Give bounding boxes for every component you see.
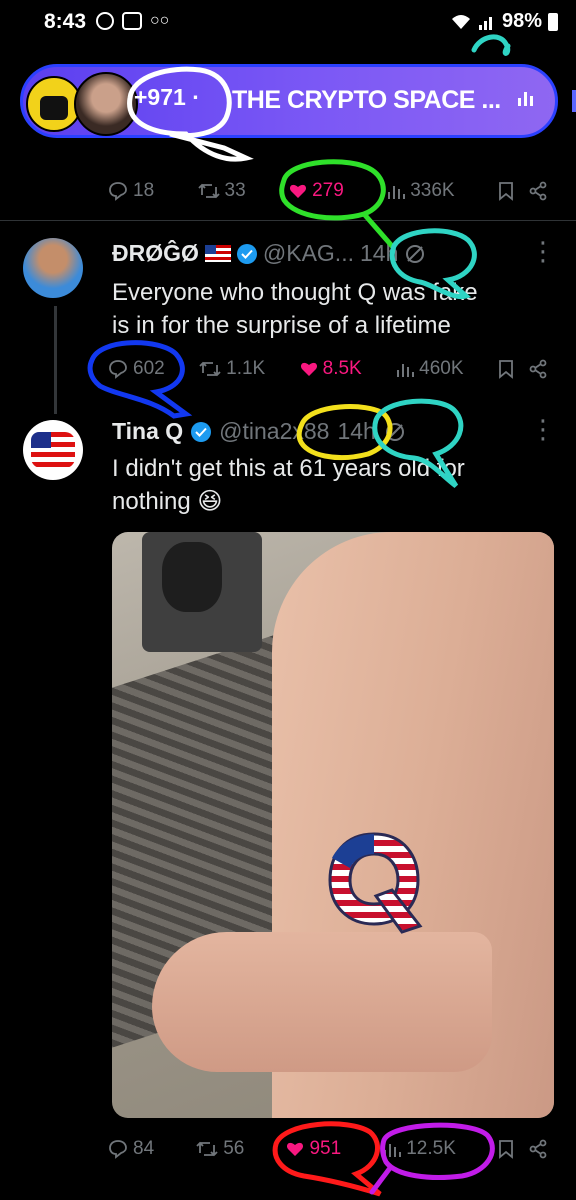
prev-tweet-actions: 18 33 279 336K bbox=[108, 180, 548, 202]
views-count: 336K bbox=[410, 180, 455, 201]
tweet2-photo[interactable] bbox=[112, 532, 554, 1118]
heart-icon bbox=[290, 184, 307, 198]
signal-icon bbox=[478, 16, 492, 30]
share-icon[interactable] bbox=[528, 1139, 548, 1159]
tweet1-handle[interactable]: @KAG... bbox=[263, 240, 354, 267]
like-count: 951 bbox=[309, 1138, 342, 1159]
like-count: 8.5K bbox=[322, 358, 362, 379]
share-icon[interactable] bbox=[528, 359, 548, 379]
q-flag-tattoo-icon bbox=[328, 832, 423, 934]
status-right: 98% bbox=[450, 10, 558, 33]
views-count: 12.5K bbox=[406, 1138, 456, 1159]
tweet2-actions: 84 56 951 12.5K bbox=[108, 1138, 548, 1160]
battery-icon bbox=[548, 12, 558, 31]
repost-icon bbox=[197, 183, 220, 199]
annotation-green-circle bbox=[279, 159, 395, 249]
tweet2-author-name[interactable]: Tina Q bbox=[112, 418, 183, 445]
grok-icon[interactable] bbox=[384, 421, 406, 443]
audio-bars-icon bbox=[518, 92, 533, 106]
annotation-teal-squiggle bbox=[471, 34, 511, 56]
bookmark-icon[interactable] bbox=[498, 359, 514, 379]
like-count: 279 bbox=[312, 180, 344, 201]
reply-button[interactable]: 18 bbox=[108, 180, 154, 202]
space-edge-indicator bbox=[572, 90, 576, 112]
tweet-divider bbox=[0, 220, 576, 221]
repost-count: 33 bbox=[224, 180, 246, 201]
bookmark-icon[interactable] bbox=[498, 181, 514, 201]
tweet2-header: Tina Q @tina2x88 14h bbox=[112, 418, 406, 445]
tina-avatar[interactable] bbox=[23, 420, 83, 480]
us-flag-icon bbox=[204, 245, 231, 262]
tweet2-handle[interactable]: @tina2x88 bbox=[219, 418, 329, 445]
views-button[interactable]: 336K bbox=[387, 180, 455, 202]
space-title: THE CRYPTO SPACE ... bbox=[232, 86, 501, 114]
voicemail-icon: ○○ bbox=[150, 12, 170, 29]
heart-icon bbox=[287, 1142, 304, 1156]
tweet2-time: 14h bbox=[337, 418, 376, 444]
drogo-avatar[interactable] bbox=[23, 238, 83, 298]
reply-button[interactable]: 602 bbox=[108, 358, 165, 380]
plant-pot bbox=[162, 542, 222, 612]
tweet2-text: I didn't get this at 61 years old for no… bbox=[112, 455, 465, 515]
verified-icon bbox=[236, 243, 257, 264]
reply-count: 18 bbox=[133, 180, 155, 201]
status-notification-icons: ○○ bbox=[96, 12, 169, 30]
heart-icon bbox=[300, 362, 317, 376]
bookmark-icon[interactable] bbox=[498, 1139, 514, 1159]
views-button[interactable]: 12.5K bbox=[383, 1138, 456, 1160]
gallery-icon bbox=[122, 12, 142, 30]
repost-icon bbox=[196, 1141, 218, 1157]
repost-count: 1.1K bbox=[226, 358, 266, 379]
reply-icon bbox=[109, 182, 127, 201]
repost-count: 56 bbox=[223, 1138, 245, 1159]
repost-button[interactable]: 56 bbox=[196, 1138, 244, 1160]
tweet1-text: Everyone who thought Q was fake is in fo… bbox=[112, 279, 478, 339]
more-icon[interactable]: ⋮ bbox=[530, 236, 556, 267]
space-cohost-avatar bbox=[74, 72, 138, 136]
reply-count: 84 bbox=[133, 1138, 155, 1159]
tweet1-header: ĐRØĜØ @KAG... 14h bbox=[112, 240, 426, 267]
wifi-icon bbox=[451, 14, 470, 29]
like-button[interactable]: 8.5K bbox=[300, 358, 362, 380]
thread-line bbox=[54, 306, 57, 414]
views-count: 460K bbox=[419, 358, 464, 379]
like-button[interactable]: 279 bbox=[289, 180, 344, 202]
space-listener-count: +971 · bbox=[134, 84, 200, 110]
foot bbox=[152, 932, 492, 1072]
share-icon[interactable] bbox=[528, 181, 548, 201]
tweet1-time: 14h bbox=[359, 240, 399, 266]
repost-button[interactable]: 1.1K bbox=[199, 358, 265, 380]
tweet1-actions: 602 1.1K 8.5K 460K bbox=[108, 358, 548, 380]
tweet1-author-name[interactable]: ĐRØĜØ bbox=[112, 240, 199, 267]
reply-icon bbox=[109, 360, 127, 379]
verified-icon bbox=[191, 421, 212, 442]
grok-icon[interactable] bbox=[404, 243, 426, 265]
views-icon bbox=[388, 186, 406, 199]
chat-icon bbox=[96, 12, 114, 30]
reply-icon bbox=[109, 1140, 127, 1159]
battery-percent: 98% bbox=[501, 10, 542, 32]
like-button[interactable]: 951 bbox=[286, 1138, 341, 1160]
views-button[interactable]: 460K bbox=[396, 358, 464, 380]
status-time: 8:43 bbox=[44, 10, 87, 33]
more-icon[interactable]: ⋮ bbox=[530, 414, 556, 445]
repost-button[interactable]: 33 bbox=[197, 180, 246, 202]
views-icon bbox=[384, 1144, 402, 1157]
reply-button[interactable]: 84 bbox=[108, 1138, 154, 1160]
repost-icon bbox=[199, 361, 221, 377]
views-icon bbox=[397, 364, 415, 377]
reply-count: 602 bbox=[133, 358, 165, 379]
